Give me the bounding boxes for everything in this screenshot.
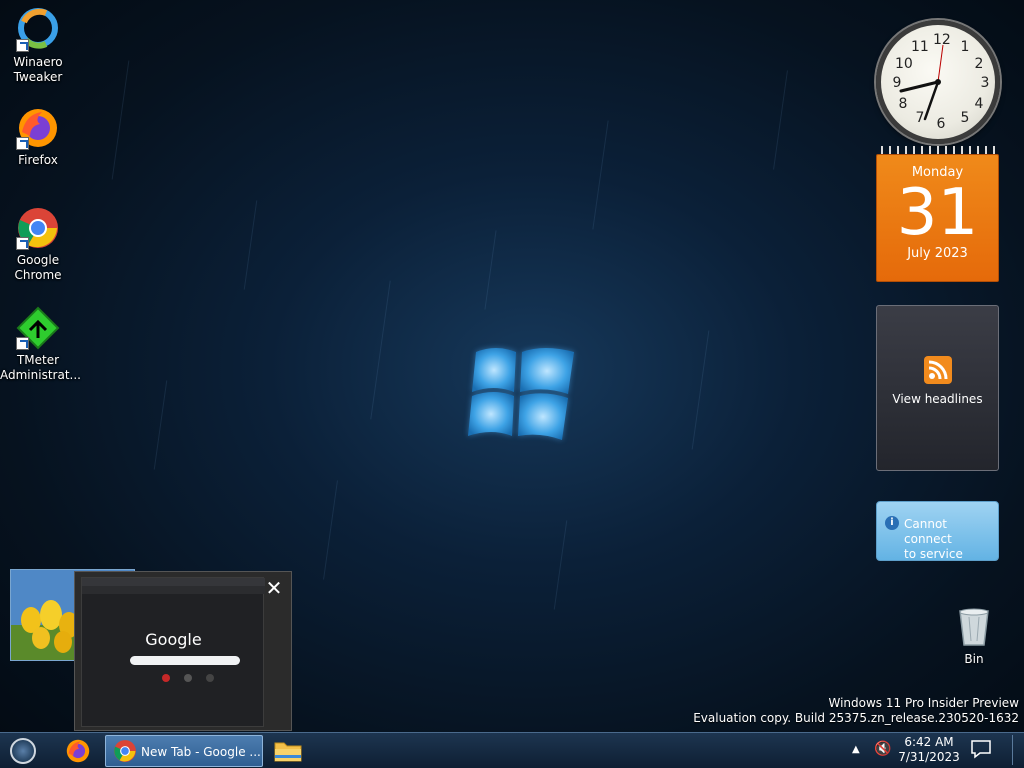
chrome-icon (114, 740, 136, 762)
recycle-bin-icon (959, 608, 989, 646)
recycle-bin-label: Bin (964, 652, 984, 666)
desktop-icon-label: Firefox (18, 153, 58, 167)
desktop: Winaero Tweaker Firefox Google Chrome TM… (0, 0, 1024, 732)
taskbar-chrome-task[interactable]: New Tab - Google ... (105, 735, 263, 767)
winaero-tweaker-icon (16, 8, 60, 52)
chrome-window-thumbnail[interactable]: Google ✕ (74, 571, 292, 731)
calendar-gadget[interactable]: Monday 31 July 2023 (876, 146, 999, 282)
rss-feed-icon (923, 356, 952, 384)
chrome-task-label: New Tab - Google ... (141, 745, 261, 759)
firefox-icon (66, 739, 90, 763)
calendar-page: Monday 31 July 2023 (876, 154, 999, 282)
desktop-icon-google-chrome[interactable]: Google Chrome (0, 206, 76, 283)
show-desktop-button[interactable] (1012, 735, 1020, 765)
shortcut-arrow-icon (16, 337, 29, 350)
taskbar-date: 7/31/2023 (898, 750, 960, 764)
volume-muted-icon[interactable]: 🔇 (874, 741, 891, 757)
info-icon: i (885, 516, 899, 530)
action-center-button[interactable] (970, 739, 994, 761)
taskbar: New Tab - Google ... ▲ 🔇 6:42 AM 7/31/20… (0, 732, 1024, 768)
desktop-icon-firefox[interactable]: Firefox (0, 106, 76, 168)
thumbnail-screen: Google (81, 577, 265, 727)
feed-headlines-gadget[interactable]: View headlines (876, 305, 999, 471)
taskbar-file-explorer-button[interactable] (270, 735, 306, 767)
shortcut-arrow-icon (16, 237, 29, 250)
desktop-icon-label: Winaero Tweaker (13, 55, 63, 84)
show-hidden-icons-button[interactable]: ▲ (852, 744, 860, 755)
action-center-icon (971, 740, 991, 759)
start-button[interactable] (4, 735, 42, 767)
taskbar-firefox-button[interactable] (60, 735, 96, 767)
desktop-icon-label: TMeter Administrat... (0, 353, 81, 382)
watermark-line: Evaluation copy. Build 25375.zn_release.… (693, 711, 1019, 725)
calendar-month-year: July 2023 (907, 246, 968, 261)
tmeter-icon (16, 306, 60, 350)
desktop-icon-recycle-bin[interactable]: Bin (945, 605, 1003, 666)
calendar-day: 31 (896, 176, 979, 250)
desktop-icon-winaero-tweaker[interactable]: Winaero Tweaker (0, 8, 76, 85)
weather-message-line: Cannot connect (904, 517, 952, 546)
view-headlines-link[interactable]: View headlines (877, 392, 998, 406)
thumbnail-search-box (130, 656, 240, 665)
weather-gadget[interactable]: i Cannot connect to service (876, 501, 999, 561)
evaluation-watermark: Windows 11 Pro Insider Preview Evaluatio… (693, 696, 1019, 726)
chrome-icon (16, 206, 60, 250)
weather-message-line: to service (904, 547, 963, 561)
desktop-icon-tmeter[interactable]: TMeter Administrat... (0, 306, 81, 383)
taskbar-time: 6:42 AM (904, 735, 954, 749)
clock-gadget[interactable]: 12 1 2 3 4 5 6 7 8 9 10 11 (876, 20, 1000, 144)
google-logo: Google (145, 630, 202, 649)
close-thumbnail-button[interactable]: ✕ (259, 575, 289, 601)
taskbar-clock[interactable]: 6:42 AM 7/31/2023 (898, 735, 960, 765)
clock-hands-icon (899, 44, 944, 121)
windows-logo-wallpaper-icon (468, 348, 574, 440)
firefox-icon (16, 106, 60, 150)
file-explorer-icon (274, 742, 302, 762)
shortcut-arrow-icon (16, 137, 29, 150)
shortcut-arrow-icon (16, 39, 29, 52)
desktop-icon-label: Google Chrome (14, 253, 62, 282)
start-orb-icon (10, 738, 36, 764)
weather-status-message: Cannot connect to service (904, 517, 998, 562)
watermark-line: Windows 11 Pro Insider Preview (828, 696, 1019, 710)
